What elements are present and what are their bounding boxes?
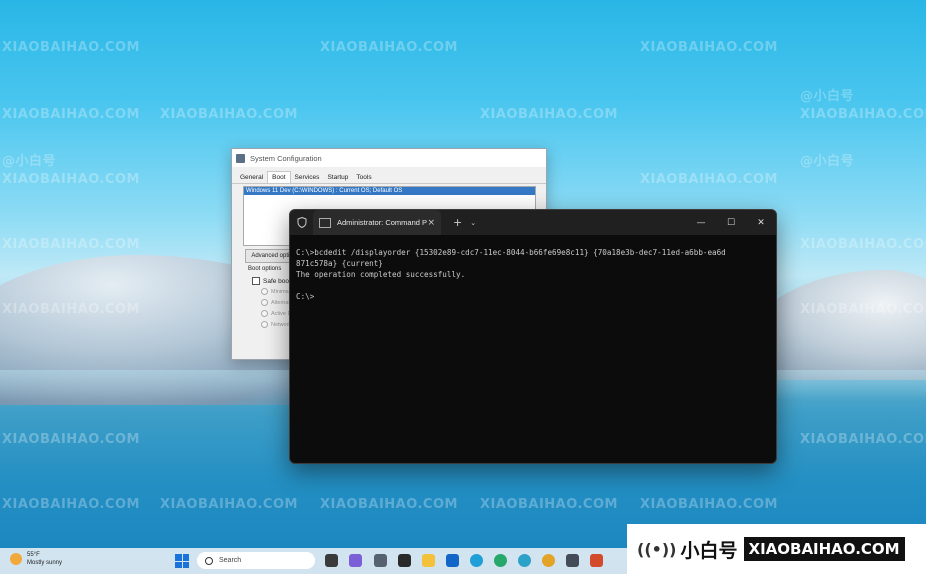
task-view-icon[interactable] — [325, 554, 338, 567]
outlook-icon[interactable] — [446, 554, 459, 567]
radio-dot[interactable] — [261, 310, 268, 317]
radio-label: Alternat — [271, 299, 290, 306]
radio-dot[interactable] — [261, 299, 268, 306]
edge-dev-icon[interactable] — [518, 554, 531, 567]
sun-icon — [10, 553, 22, 565]
safe-boot-checkbox[interactable]: Safe boot — [252, 277, 291, 285]
minimize-button[interactable]: — — [686, 218, 716, 228]
terminal-line: C:\>bcdedit /displayorder {15302e89-cdc7… — [296, 248, 726, 257]
terminal-window[interactable]: Administrator: Command Pro × + ⌄ — ☐ ✕ C… — [289, 209, 777, 464]
banner-site: XIAOBAIHAO.COM — [743, 537, 905, 561]
weather-widget[interactable]: 55°F Mostly sunny — [10, 551, 62, 567]
radio-alternate-shell[interactable]: Alternat — [261, 299, 290, 306]
site-banner: ((•)) 小白号 XIAOBAIHAO.COM — [627, 524, 926, 574]
radio-dot[interactable] — [261, 288, 268, 295]
tab-services[interactable]: Services — [291, 172, 324, 183]
search-placeholder: Search — [219, 557, 242, 564]
msconfig-app-icon — [236, 153, 245, 163]
command-prompt-icon — [319, 217, 331, 228]
weather-description: Mostly sunny — [27, 560, 63, 566]
radio-minimal[interactable]: Minimal — [261, 288, 290, 295]
terminal-output[interactable]: C:\>bcdedit /displayorder {15302e89-cdc7… — [290, 235, 776, 302]
start-button[interactable] — [175, 554, 189, 568]
boot-options-label: Boot options — [248, 266, 282, 272]
tab-startup[interactable]: Startup — [323, 172, 352, 183]
shield-icon — [295, 216, 309, 230]
terminal-line: The operation completed successfully. — [296, 270, 466, 279]
terminal-line: ​ — [296, 280, 770, 291]
radio-dot[interactable] — [261, 321, 268, 328]
checkbox-box[interactable] — [252, 277, 260, 285]
terminal-tab-title: Administrator: Command Pro — [337, 218, 428, 227]
terminal-icon[interactable] — [398, 554, 411, 567]
terminal-prompt: C:\> — [296, 292, 315, 301]
new-tab-button[interactable]: + — [453, 216, 462, 229]
boot-entry-row[interactable]: Windows 11 Dev (C:\WINDOWS) : Current OS… — [244, 187, 535, 195]
window-controls: — ☐ ✕ — [686, 210, 776, 235]
terminal-line: 871c578a} {current} — [296, 259, 383, 268]
file-explorer-icon[interactable] — [422, 554, 435, 567]
search-icon — [205, 556, 213, 565]
tab-boot[interactable]: Boot — [267, 171, 291, 183]
edge-canary-icon[interactable] — [542, 554, 555, 567]
maximize-button[interactable]: ☐ — [716, 218, 746, 228]
tab-tools[interactable]: Tools — [352, 172, 375, 183]
system-configuration-titlebar[interactable]: System Configuration — [232, 149, 546, 167]
safe-boot-label: Safe boot — [263, 277, 291, 285]
chevron-down-icon[interactable]: ⌄ — [470, 219, 476, 227]
tab-strip: General Boot Services Startup Tools — [232, 169, 546, 184]
chat-icon[interactable] — [349, 554, 362, 567]
terminal-tab[interactable]: Administrator: Command Pro × — [313, 210, 441, 235]
settings-icon[interactable] — [374, 554, 387, 567]
terminal-titlebar[interactable]: Administrator: Command Pro × + ⌄ — ☐ ✕ — [290, 210, 776, 235]
window-title: System Configuration — [250, 153, 322, 163]
edge-icon[interactable] — [470, 554, 483, 567]
tab-general[interactable]: General — [236, 172, 267, 183]
close-tab-icon[interactable]: × — [427, 218, 435, 228]
weather-temperature: 55°F — [27, 552, 40, 558]
close-button[interactable]: ✕ — [746, 218, 776, 228]
radio-label: Minimal — [271, 288, 290, 295]
radio-active-directory[interactable]: Active D — [261, 310, 291, 317]
broadcast-icon: ((•)) — [637, 539, 677, 559]
edge-beta-icon[interactable] — [494, 554, 507, 567]
banner-logo-text: 小白号 — [680, 539, 738, 562]
app-icon[interactable] — [590, 554, 603, 567]
store-icon[interactable] — [566, 554, 579, 567]
radio-network[interactable]: Network — [261, 321, 291, 328]
taskbar-search[interactable]: Search — [197, 552, 315, 569]
